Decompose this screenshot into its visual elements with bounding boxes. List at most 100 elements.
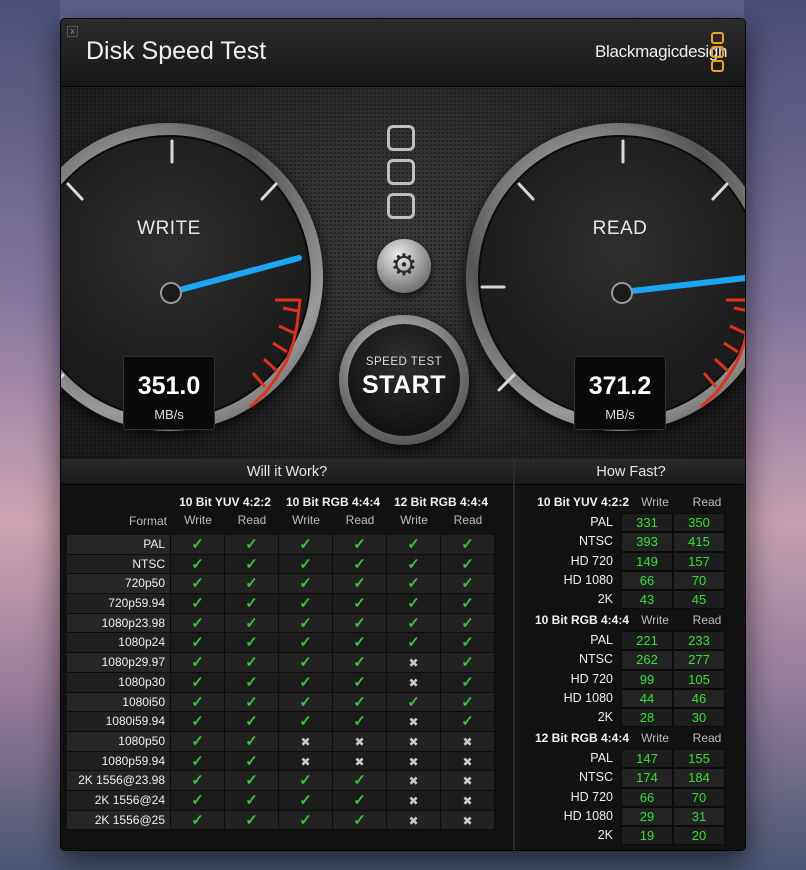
table-row: PAL 147 155 — [521, 749, 741, 769]
checkmark-icon: ✓ — [461, 634, 474, 652]
checkmark-icon: ✓ — [245, 693, 258, 711]
checkmark-icon: ✓ — [299, 693, 312, 711]
start-button[interactable]: SPEED TEST START — [339, 315, 469, 445]
status-cell: ✓ — [171, 574, 225, 595]
format-label: 720p50 — [67, 574, 171, 595]
write-speed-value: 66 — [621, 570, 673, 591]
checkmark-icon: ✓ — [299, 595, 312, 613]
format-label: 1080p30 — [67, 672, 171, 693]
resolution-label: HD 1080 — [563, 572, 613, 587]
table-row: 1080i50 ✓ ✓ ✓ ✓ ✓ ✓ — [67, 692, 497, 713]
status-cell: ✓ — [279, 672, 333, 693]
status-cell: ✓ — [171, 633, 225, 654]
status-cell: ✓ — [225, 712, 279, 732]
read-speed-value: 70 — [673, 787, 725, 807]
settings-button[interactable]: ⚙ — [377, 239, 431, 293]
status-cell: ✓ — [171, 613, 225, 634]
checkmark-icon: ✓ — [191, 811, 204, 829]
status-cell: ✓ — [225, 535, 279, 555]
status-cell: ✖ — [279, 731, 333, 752]
status-cell: ✓ — [171, 771, 225, 791]
start-button-label: START — [362, 371, 446, 399]
read-speed-value: 70 — [673, 570, 725, 591]
write-label: WRITE — [137, 218, 201, 239]
checkmark-icon: ✓ — [353, 811, 366, 829]
table-row: 2K 1556@23.98 ✓ ✓ ✓ ✓ ✖ ✖ — [67, 771, 497, 791]
status-cell: ✓ — [225, 594, 279, 614]
status-cell: ✓ — [333, 810, 387, 831]
will-it-work-table: PAL ✓ ✓ ✓ ✓ ✓ ✓ NTSC ✓ ✓ ✓ ✓ ✓ ✓ 720p50 ✓ ✓ ✓ ✓ ✓ ✓ 720p59.94… — [67, 535, 497, 831]
status-cell: ✓ — [171, 554, 225, 575]
table-row: NTSC 174 184 — [521, 768, 741, 788]
cross-icon: ✖ — [408, 675, 419, 690]
checkmark-icon: ✓ — [461, 654, 474, 672]
checkmark-icon: ✓ — [245, 673, 258, 691]
checkmark-icon: ✓ — [245, 536, 258, 553]
checkmark-icon: ✓ — [353, 654, 366, 672]
read-label: READ — [592, 218, 648, 239]
status-cell: ✓ — [225, 692, 279, 713]
ww-read-header: Read — [237, 513, 267, 527]
group-name: 12 Bit RGB 4:4:4 — [534, 731, 629, 745]
checkmark-icon: ✓ — [353, 713, 366, 731]
table-row: NTSC 393 415 — [521, 532, 741, 552]
cross-icon: ✖ — [462, 754, 473, 769]
checkmark-icon: ✓ — [245, 634, 258, 652]
status-cell: ✓ — [225, 653, 279, 673]
read-speed-value: 30 — [673, 708, 725, 728]
status-cell: ✖ — [333, 731, 387, 752]
checkmark-icon: ✓ — [299, 791, 312, 809]
how-fast-group: 10 Bit RGB 4:4:4 Write Read PAL 221 233 NTSC 26… — [521, 613, 741, 728]
checkmark-icon: ✓ — [353, 693, 366, 711]
how-fast-group: 12 Bit RGB 4:4:4 Write Read PAL 147 155 NTSC 17… — [521, 731, 741, 846]
write-gauge: WRITE 351.0 MB/s — [61, 123, 323, 431]
ww-read-header: Read — [453, 513, 483, 527]
write-speed-value: 29 — [621, 806, 673, 827]
write-speed-value: 262 — [621, 650, 673, 670]
status-cell: ✓ — [333, 574, 387, 595]
status-cell: ✓ — [333, 692, 387, 713]
how-fast-header: How Fast? — [515, 459, 745, 485]
table-row: 2K 19 20 — [521, 826, 741, 846]
cross-icon: ✖ — [408, 793, 419, 808]
section-divider — [513, 459, 515, 850]
resolution-label: PAL — [590, 633, 613, 647]
cross-icon: ✖ — [462, 813, 473, 828]
read-column-header: Read — [692, 731, 722, 745]
checkmark-icon: ✓ — [191, 752, 204, 770]
resolution-label: 2K — [597, 592, 613, 607]
status-cell: ✓ — [225, 790, 279, 811]
format-label: 2K 1556@23.98 — [67, 771, 171, 791]
read-speed-value: 157 — [673, 551, 725, 571]
resolution-label: PAL — [590, 751, 613, 765]
close-button[interactable]: x — [67, 26, 78, 37]
checkmark-icon: ✓ — [407, 614, 420, 632]
cross-icon: ✖ — [408, 715, 419, 730]
table-row: 2K 1556@24 ✓ ✓ ✓ ✓ ✖ ✖ — [67, 790, 497, 811]
checkmark-icon: ✓ — [245, 575, 258, 593]
checkmark-icon: ✓ — [191, 536, 204, 553]
write-speed-value: 147 — [621, 749, 673, 769]
checkmark-icon: ✓ — [245, 555, 258, 573]
format-column-header: Format — [128, 514, 167, 528]
write-column-header: Write — [641, 613, 669, 627]
checkmark-icon: ✓ — [407, 555, 420, 573]
read-speed-value: 155 — [673, 749, 725, 769]
status-cell: ✓ — [441, 554, 495, 575]
checkmark-icon: ✓ — [461, 673, 474, 691]
status-cell: ✓ — [333, 790, 387, 811]
write-column-header: Write — [641, 731, 669, 745]
checkmark-icon: ✓ — [191, 693, 204, 711]
write-speed-value: 149 — [621, 551, 673, 571]
checkmark-icon: ✓ — [353, 791, 366, 809]
write-speed-value: 66 — [621, 787, 673, 807]
checkmark-icon: ✓ — [191, 555, 204, 573]
cross-icon: ✖ — [408, 734, 419, 749]
status-cell: ✓ — [279, 653, 333, 673]
checkmark-icon: ✓ — [461, 595, 474, 613]
resolution-label: NTSC — [578, 534, 613, 549]
status-cell: ✓ — [225, 554, 279, 575]
table-row: 1080i59.94 ✓ ✓ ✓ ✓ ✖ ✓ — [67, 712, 497, 732]
status-cell: ✓ — [387, 574, 441, 595]
read-speed-value: 46 — [673, 688, 725, 709]
